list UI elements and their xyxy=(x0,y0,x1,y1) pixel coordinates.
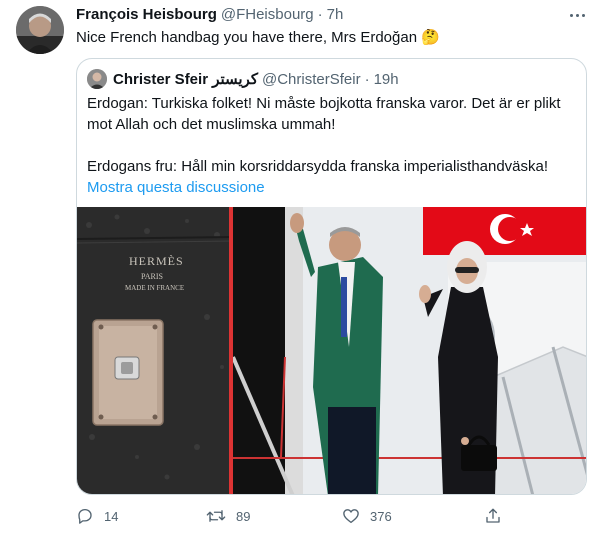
like-button[interactable]: 376 xyxy=(342,504,392,528)
tweet-actions: 14 89 376 xyxy=(76,504,516,528)
quoted-text-line-2: mot Allah och det muslimska ummah! xyxy=(87,116,336,133)
tweet-text: Nice French handbag you have there, Mrs … xyxy=(76,29,440,46)
bag-city-stamp: PARIS xyxy=(141,272,163,281)
erdogan-couple-photo[interactable] xyxy=(233,207,586,494)
quoted-tweet-header: Christer Sfeir كريستر @ChristerSfeir · 1… xyxy=(87,69,399,89)
tweet-header: François Heisbourg @FHeisbourg · 7h xyxy=(76,6,343,26)
retweet-count: 89 xyxy=(236,508,251,524)
bag-made-stamp: MADE IN FRANCE xyxy=(125,284,184,292)
quoted-author-name: Christer Sfeir كريستر xyxy=(113,71,258,88)
quoted-media[interactable]: HERMÈS PARIS MADE IN FRANCE xyxy=(77,207,586,494)
quoted-text-line-3: Erdogans fru: Håll min korsriddarsydda f… xyxy=(87,158,549,175)
more-options-icon[interactable] xyxy=(566,8,588,22)
tweet[interactable]: François Heisbourg @FHeisbourg · 7h Nice… xyxy=(0,0,604,543)
tweet-time[interactable]: 7h xyxy=(327,6,344,23)
author-handle[interactable]: @FHeisbourg xyxy=(221,6,314,23)
retweet-icon xyxy=(206,510,226,522)
quoted-tweet-text: Erdogan: Turkiska folket! Ni måste bojko… xyxy=(87,93,577,198)
quoted-author-avatar xyxy=(87,69,107,89)
quoted-separator-dot: · xyxy=(364,70,370,88)
author-avatar[interactable] xyxy=(16,6,64,54)
separator-dot: · xyxy=(317,6,323,23)
quoted-author-handle: @ChristerSfeir xyxy=(261,70,361,88)
quoted-tweet[interactable]: Christer Sfeir كريستر @ChristerSfeir · 1… xyxy=(76,58,587,495)
bag-brand-stamp: HERMÈS xyxy=(129,254,184,268)
share-icon xyxy=(486,508,500,523)
share-button[interactable] xyxy=(484,504,502,528)
reply-button[interactable]: 14 xyxy=(76,504,118,528)
quoted-text-line-1: Erdogan: Turkiska folket! Ni måste bojko… xyxy=(87,95,561,112)
reply-icon xyxy=(78,508,92,524)
reply-count: 14 xyxy=(104,508,119,524)
hermes-bag-photo[interactable]: HERMÈS PARIS MADE IN FRANCE xyxy=(77,207,233,494)
heart-icon xyxy=(343,509,359,524)
author-name[interactable]: François Heisbourg xyxy=(76,6,217,23)
like-count: 376 xyxy=(370,508,392,524)
retweet-button[interactable]: 89 xyxy=(206,504,250,528)
quoted-tweet-time: 19h xyxy=(373,70,399,88)
show-thread-link[interactable]: Mostra questa discussione xyxy=(87,177,577,198)
